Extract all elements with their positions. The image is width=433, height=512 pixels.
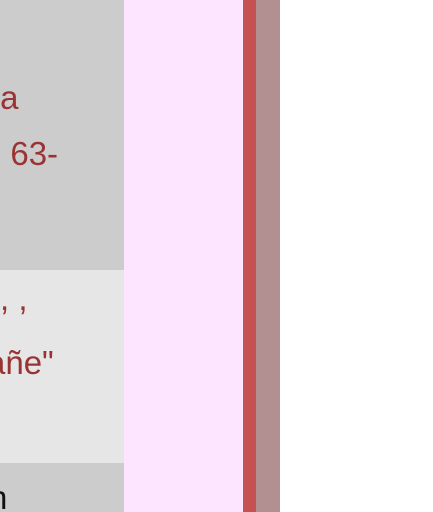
blank-white-area	[280, 0, 433, 512]
mauve-vertical-border	[256, 0, 280, 512]
red-vertical-border	[243, 0, 256, 512]
bottom-table-cell	[0, 463, 124, 512]
middle-cell-text-line-2: añe"	[0, 344, 54, 381]
pink-side-panel	[124, 0, 243, 512]
cropped-screen: ta . 63- , , añe" n	[0, 0, 433, 512]
bottom-cell-text-line-1: n	[0, 474, 7, 512]
clipped-table: ta . 63- , , añe" n	[0, 0, 124, 512]
top-cell-text-line-1: ta	[0, 79, 19, 116]
top-cell-text-line-2: . 63-	[0, 135, 59, 172]
middle-cell-text-line-1: , ,	[0, 280, 28, 317]
